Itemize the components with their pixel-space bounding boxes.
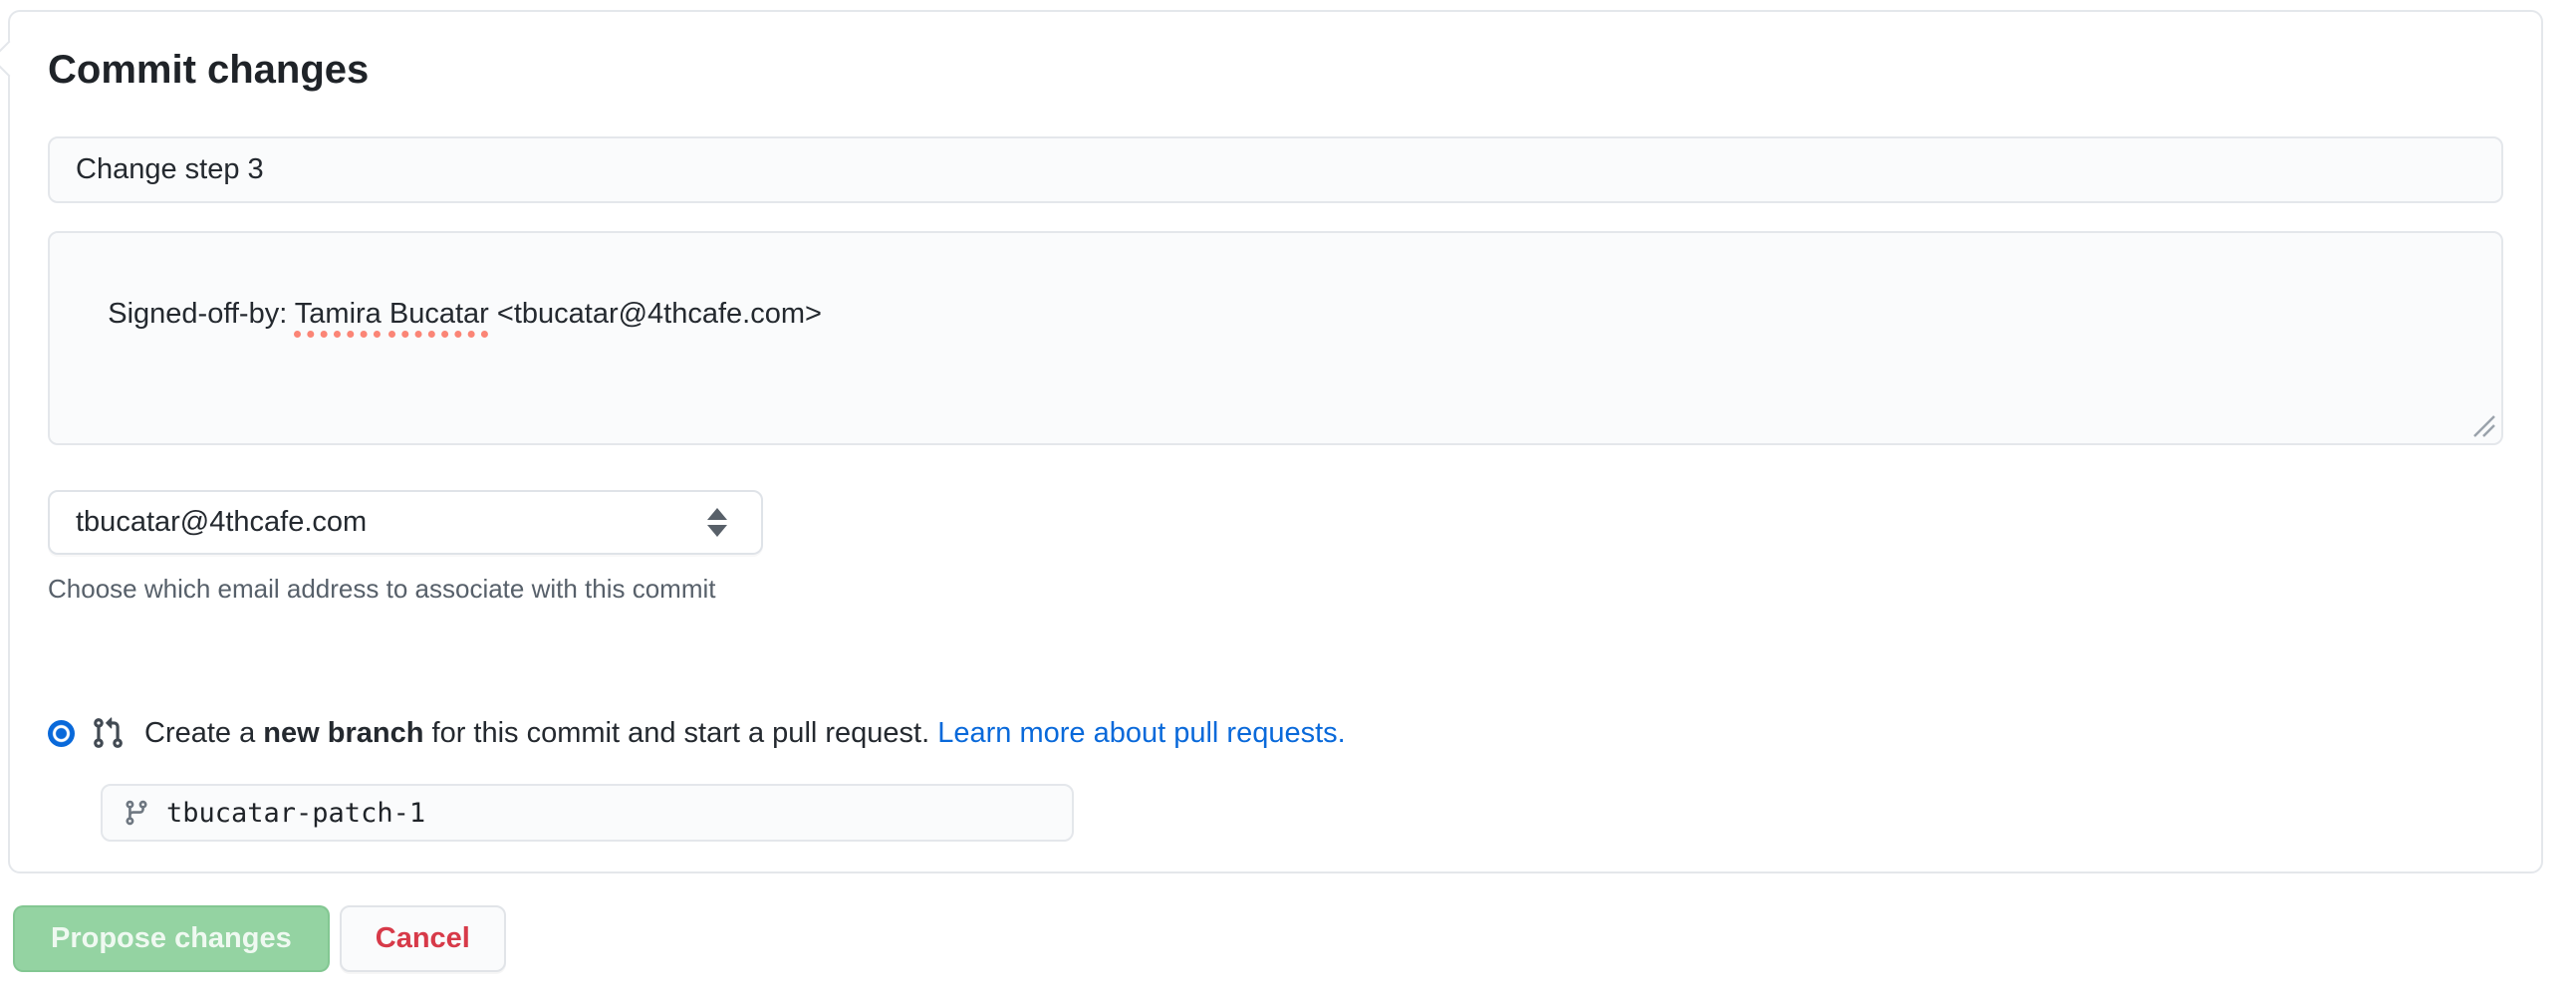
- git-branch-icon: [123, 799, 150, 827]
- misspelled-word: Bucatar: [389, 298, 489, 330]
- page-title: Commit changes: [48, 46, 2503, 94]
- resize-grip-icon[interactable]: [2470, 412, 2496, 438]
- comment-caret-notch: [0, 41, 27, 78]
- cancel-button[interactable]: Cancel: [340, 905, 506, 972]
- git-pull-request-icon: [91, 716, 125, 750]
- commit-changes-panel: Commit changes Signed-off-by: Tamira Buc…: [8, 10, 2543, 873]
- email-help-text: Choose which email address to associate …: [48, 573, 2503, 605]
- learn-more-link[interactable]: Learn more about pull requests.: [937, 717, 1345, 749]
- branch-name-input[interactable]: tbucatar-patch-1: [101, 784, 1074, 842]
- form-actions: Propose changes Cancel: [13, 905, 506, 972]
- email-select-value: tbucatar@4thcafe.com: [76, 506, 367, 539]
- misspelled-word: Tamira: [295, 298, 382, 330]
- commit-email-select[interactable]: tbucatar@4thcafe.com: [48, 490, 763, 555]
- new-branch-radio[interactable]: [48, 720, 75, 747]
- new-branch-option-row: Create a new branch for this commit and …: [48, 716, 2503, 750]
- new-branch-option-label: Create a new branch for this commit and …: [144, 717, 1346, 750]
- new-branch-bold: new branch: [263, 717, 423, 749]
- branch-name-value: tbucatar-patch-1: [166, 798, 425, 829]
- propose-changes-button[interactable]: Propose changes: [13, 905, 330, 972]
- commit-description-textarea[interactable]: Signed-off-by: Tamira Bucatar <tbucatar@…: [48, 231, 2503, 445]
- description-text: Signed-off-by:: [108, 298, 295, 330]
- select-caret-icon: [707, 508, 727, 537]
- description-email: <tbucatar@4thcafe.com>: [489, 298, 822, 330]
- commit-subject-input[interactable]: [48, 136, 2503, 203]
